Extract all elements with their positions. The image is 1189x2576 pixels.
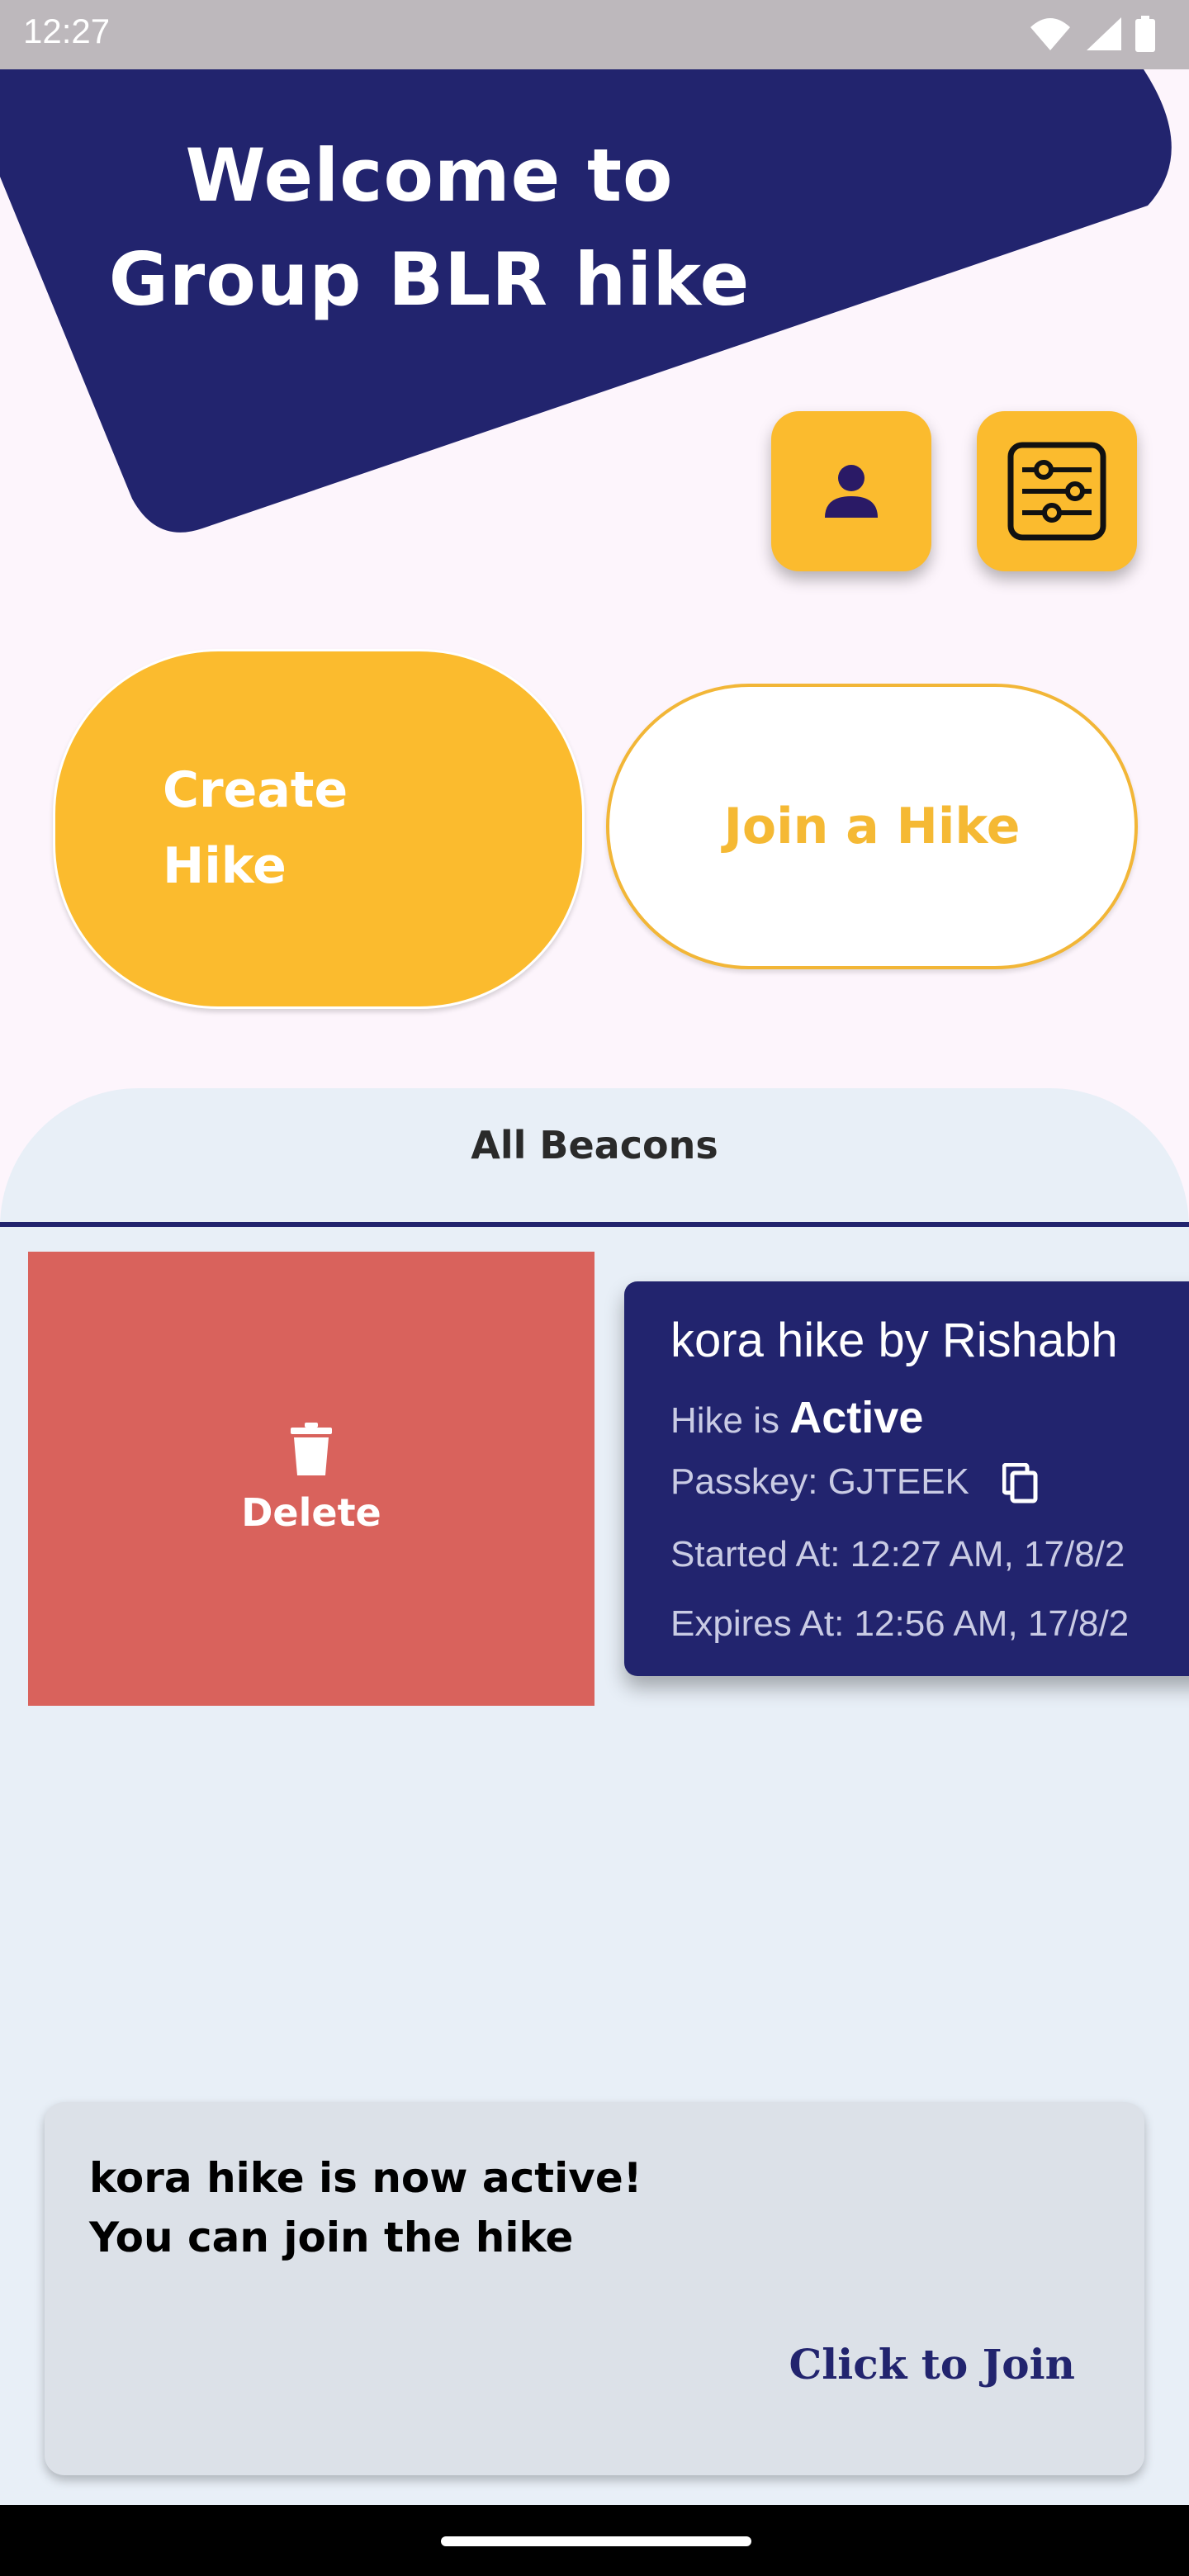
hike-status: Hike is Active [670,1392,923,1443]
hike-expires: Expires At: 12:56 AM, 17/8/2 [670,1603,1130,1644]
trash-icon [291,1423,332,1475]
beacons-title: All Beacons [471,1123,718,1167]
home-handle[interactable] [441,2536,751,2546]
hike-status-value: Active [789,1393,924,1442]
status-time: 12:27 [23,12,111,50]
hike-passkey-row: Passkey: GJTEEK [670,1461,1039,1504]
copy-icon[interactable] [1002,1463,1039,1504]
create-hike-label-line-2: Hike [163,837,287,895]
welcome-line-1: Welcome to [185,133,674,218]
status-icons [1029,15,1156,53]
person-icon [825,465,878,518]
battery-icon [1135,16,1155,52]
status-bar: 12:27 [0,0,1189,69]
navigation-bar [0,2505,1189,2576]
hike-title: kora hike by Rishabh [670,1314,1118,1367]
profile-button[interactable] [771,411,931,571]
create-hike-label-line-1: Create [163,761,348,819]
delete-action[interactable]: Delete [28,1252,594,1706]
snackbar-line-1: kora hike is now active! [89,2154,642,2202]
welcome-line-2: Group BLR hike [108,237,751,322]
welcome-title: Welcome to Group BLR hike [66,124,793,332]
hike-card[interactable]: kora hike by Rishabh Hike is Active Pass… [624,1281,1189,1676]
signal-icon [1087,17,1121,50]
hike-started: Started At: 12:27 AM, 17/8/2 [670,1534,1125,1574]
filter-button[interactable] [977,411,1137,571]
hike-passkey: Passkey: GJTEEK [670,1461,969,1502]
sliders-icon [1007,442,1106,541]
active-hike-snackbar: kora hike is now active! You can join th… [45,2102,1144,2475]
hike-status-prefix: Hike is [670,1400,780,1441]
create-hike-button[interactable]: Create Hike [53,649,585,1009]
join-hike-button[interactable]: Join a Hike [606,684,1138,969]
wifi-icon [1030,18,1070,50]
snackbar-line-2: You can join the hike [89,2214,574,2261]
create-hike-label: Create Hike [163,752,410,904]
snackbar-message: kora hike is now active! You can join th… [89,2148,642,2267]
join-hike-label: Join a Hike [723,798,1021,855]
delete-label: Delete [241,1490,381,1535]
click-to-join-button[interactable]: Click to Join [789,2340,1075,2389]
